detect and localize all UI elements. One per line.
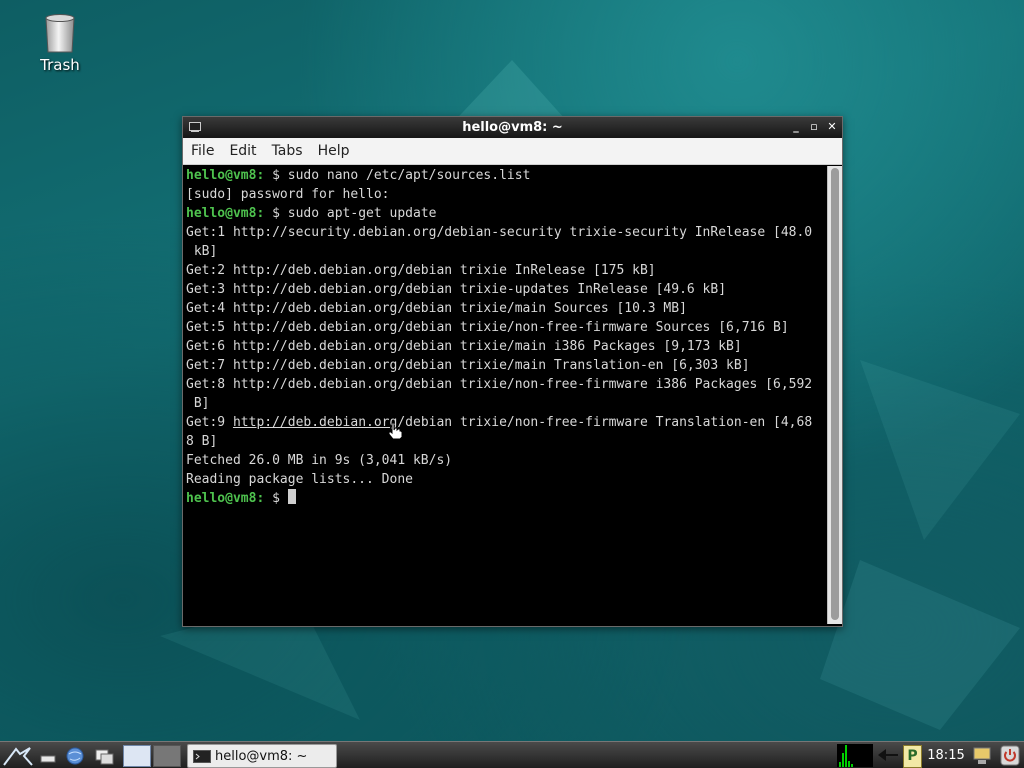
output-text: Get:7 http://deb.debian.org/debian trixi… xyxy=(186,358,750,373)
prompt-user: hello@vm8: xyxy=(186,491,265,506)
wallpaper-shard xyxy=(820,560,1020,730)
wallpaper-shard xyxy=(860,360,1020,540)
scrollbar[interactable] xyxy=(827,166,842,624)
maximize-button[interactable]: ▫ xyxy=(808,121,820,133)
terminal-line: Reading package lists... Done xyxy=(186,470,828,489)
hand-pointer-icon xyxy=(388,422,403,440)
terminal-line: [sudo] password for hello: xyxy=(186,185,828,204)
scrollbar-thumb[interactable] xyxy=(831,168,839,620)
web-browser-icon[interactable] xyxy=(64,745,86,766)
terminal-line: hello@vm8: $ sudo nano /etc/apt/sources.… xyxy=(186,166,828,185)
lock-screen-icon[interactable] xyxy=(972,745,992,766)
menu-bar: File Edit Tabs Help xyxy=(183,138,842,165)
desktop-icon-trash[interactable]: Trash xyxy=(30,12,90,74)
output-text: Get:6 http://deb.debian.org/debian trixi… xyxy=(186,339,742,354)
window-titlebar[interactable]: hello@vm8: ~ _ ▫ ✕ xyxy=(183,117,842,138)
output-text: Get:4 http://deb.debian.org/debian trixi… xyxy=(186,301,687,316)
power-icon[interactable] xyxy=(1000,745,1020,766)
clipboard-p-icon[interactable]: P xyxy=(903,745,922,768)
menu-edit[interactable]: Edit xyxy=(229,143,256,159)
command-text: $ sudo nano /etc/apt/sources.list xyxy=(272,168,531,183)
terminal-window[interactable]: hello@vm8: ~ _ ▫ ✕ File Edit Tabs Help h… xyxy=(182,116,843,627)
terminal-line: 8 B] xyxy=(186,432,828,451)
task-label: hello@vm8: ~ xyxy=(215,748,308,764)
cpu-monitor[interactable] xyxy=(837,744,873,767)
output-text: Get:2 http://deb.debian.org/debian trixi… xyxy=(186,263,656,278)
menu-tabs[interactable]: Tabs xyxy=(272,143,303,159)
output-text: Get:3 http://deb.debian.org/debian trixi… xyxy=(186,282,727,297)
taskbar: hello@vm8: ~ P 18:15 xyxy=(0,741,1024,768)
desktop-1-switch[interactable] xyxy=(123,745,151,767)
output-text: B] xyxy=(186,396,210,411)
terminal-line: Get:4 http://deb.debian.org/debian trixi… xyxy=(186,299,828,318)
terminal-line: Get:7 http://deb.debian.org/debian trixi… xyxy=(186,356,828,375)
clock[interactable]: 18:15 xyxy=(924,745,968,766)
window-title: hello@vm8: ~ xyxy=(462,120,563,135)
file-manager-icon[interactable] xyxy=(94,745,116,766)
text-cursor xyxy=(287,489,296,504)
terminal-line: hello@vm8: $ sudo apt-get update xyxy=(186,204,828,223)
start-menu-icon[interactable] xyxy=(2,745,34,766)
menu-help[interactable]: Help xyxy=(318,143,350,159)
output-text: kB] xyxy=(186,244,218,259)
output-text: Reading package lists... Done xyxy=(186,472,413,487)
terminal-line: Get:2 http://deb.debian.org/debian trixi… xyxy=(186,261,828,280)
output-text: Get:5 http://deb.debian.org/debian trixi… xyxy=(186,320,789,335)
network-arrows-icon[interactable] xyxy=(876,745,900,766)
close-button[interactable]: ✕ xyxy=(826,121,838,133)
output-text: Get:8 http://deb.debian.org/debian trixi… xyxy=(186,377,813,392)
terminal-line: Get:1 http://security.debian.org/debian-… xyxy=(186,223,828,242)
terminal-output[interactable]: hello@vm8: $ sudo nano /etc/apt/sources.… xyxy=(185,166,828,624)
terminal-line: kB] xyxy=(186,242,828,261)
output-text: Get:9 xyxy=(186,415,233,430)
terminal-line: Get:6 http://deb.debian.org/debian trixi… xyxy=(186,337,828,356)
desktop-2-switch[interactable] xyxy=(153,745,181,767)
minimize-button[interactable]: _ xyxy=(790,121,802,133)
terminal-line: B] xyxy=(186,394,828,413)
terminal-icon xyxy=(193,749,211,763)
output-text: [sudo] password for hello: xyxy=(186,187,390,202)
terminal-line: Get:3 http://deb.debian.org/debian trixi… xyxy=(186,280,828,299)
prompt-user: hello@vm8: xyxy=(186,168,265,183)
terminal-line: Fetched 26.0 MB in 9s (3,041 kB/s) xyxy=(186,451,828,470)
menu-file[interactable]: File xyxy=(191,143,214,159)
terminal-window-icon xyxy=(189,122,201,132)
output-text: 8 B] xyxy=(186,434,218,449)
terminal-line: Get:9 http://deb.debian.org/debian trixi… xyxy=(186,413,828,432)
desktop-icon-label: Trash xyxy=(40,56,80,74)
output-text: /debian trixie/non-free-firmware Transla… xyxy=(397,415,813,430)
trash-icon xyxy=(45,14,75,53)
command-text: $ sudo apt-get update xyxy=(272,206,437,221)
minimize-all-windows-icon[interactable] xyxy=(40,745,56,766)
terminal-line: hello@vm8: $ xyxy=(186,489,828,508)
output-text: Get:1 http://security.debian.org/debian-… xyxy=(186,225,813,240)
command-text: $ xyxy=(272,491,288,506)
output-text: Fetched 26.0 MB in 9s (3,041 kB/s) xyxy=(186,453,453,468)
taskbar-task-terminal[interactable]: hello@vm8: ~ xyxy=(187,744,337,768)
prompt-user: hello@vm8: xyxy=(186,206,265,221)
terminal-line: Get:5 http://deb.debian.org/debian trixi… xyxy=(186,318,828,337)
url-link[interactable]: http://deb.debian.org xyxy=(233,415,397,430)
terminal-line: Get:8 http://deb.debian.org/debian trixi… xyxy=(186,375,828,394)
